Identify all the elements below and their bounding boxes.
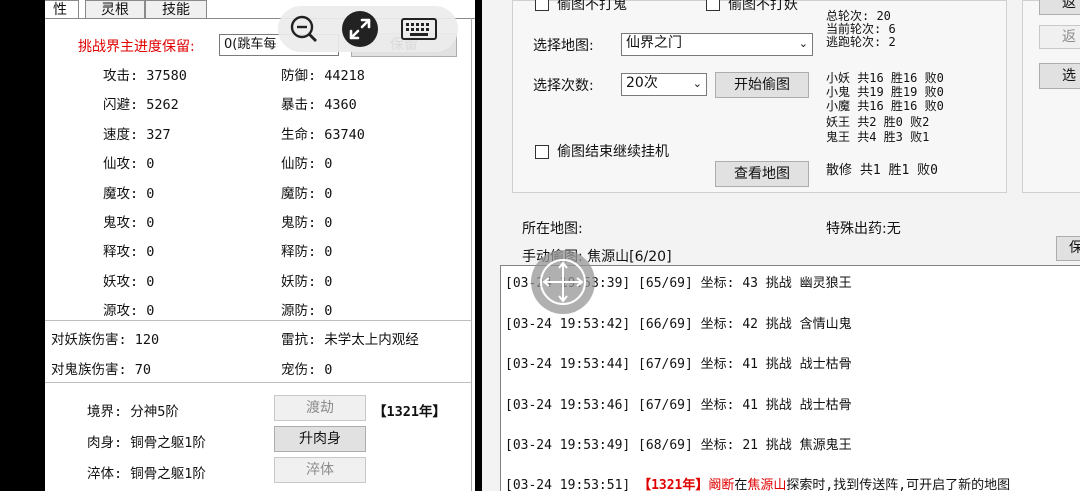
tab-skills[interactable]: 技能 xyxy=(145,0,207,19)
sanxiu-stat: 散修 共1 胜1 败0 xyxy=(826,163,938,178)
side-button[interactable]: 返 xyxy=(1039,25,1080,49)
temper-label: 淬体: 铜骨之躯1阶 xyxy=(87,466,206,482)
count-select-label: 选择次数: xyxy=(533,78,594,94)
attributes-panel: 性 灵根 技能 挑战界主进度保留: 0(跳车每 保留 攻击: 37580防御: … xyxy=(45,0,475,491)
total-rounds: 总轮次: 20 xyxy=(826,9,891,23)
panel-border xyxy=(471,18,472,491)
progress-retain-label: 挑战界主进度保留: xyxy=(78,39,195,55)
stat-value: 闪避: 5262 xyxy=(103,97,179,114)
battle-stat: 小魔 共16 胜16 败0 xyxy=(826,99,944,113)
collapse-arrows-icon[interactable] xyxy=(342,11,378,47)
side-button[interactable]: 返 xyxy=(1039,0,1080,15)
log-line: [03-24 19:53:44] [67/69] 坐标: 41 挑战 战士枯骨 xyxy=(505,357,852,372)
stat-value: 防御: 44218 xyxy=(281,68,365,84)
stat-value: 速度: 327 xyxy=(103,126,171,143)
explore-group: 偷图不打鬼 偷图不打妖 选择地图: 仙界之门 ⌄ 选择次数: 20次 ⌄ 开始偷… xyxy=(512,0,1007,193)
tab-attributes[interactable]: 性 xyxy=(45,0,79,19)
continue-idle-checkbox[interactable] xyxy=(535,145,549,159)
floating-toolbar xyxy=(278,6,458,52)
log-line: [03-24 19:53:51] 【1321年】阚断在焦源山探索时,找到传送阵,… xyxy=(505,474,1010,491)
escape-rounds: 逃跑轮次: 2 xyxy=(826,35,896,49)
stat-value: 暴击: 4360 xyxy=(281,97,357,114)
body-label: 肉身: 铜骨之躯1阶 xyxy=(87,435,206,451)
stat-value: 鬼攻: 0 xyxy=(103,215,155,231)
tab-spirit-root[interactable]: 灵根 xyxy=(85,0,145,19)
stat-value: 魔攻: 0 xyxy=(103,185,155,202)
log-line: [03-24 19:53:46] [67/69] 坐标: 41 挑战 战士枯骨 xyxy=(505,397,852,413)
realm-years: 【1321年】 xyxy=(373,404,447,420)
damage-vs-demon: 对妖族伤害: 120 xyxy=(51,332,160,348)
side-button[interactable]: 选 xyxy=(1039,63,1080,89)
stat-value: 生命: 63740 xyxy=(281,126,365,143)
explore-panel: 偷图不打鬼 偷图不打妖 选择地图: 仙界之门 ⌄ 选择次数: 20次 ⌄ 开始偷… xyxy=(482,0,1080,491)
zoom-out-icon[interactable] xyxy=(286,11,322,47)
temper-button[interactable]: 淬体 xyxy=(274,457,366,483)
stat-value: 源攻: 0 xyxy=(103,303,155,320)
map-select-value: 仙界之门 xyxy=(626,35,682,51)
save-button[interactable]: 保 xyxy=(1056,236,1080,261)
log-player-name: 阚断 xyxy=(708,478,735,491)
map-select[interactable]: 仙界之门 ⌄ xyxy=(621,33,813,56)
log-line: [03-24 19:53:49] [68/69] 坐标: 21 挑战 焦源鬼王 xyxy=(505,438,852,453)
log-year: 【1321年】 xyxy=(638,478,709,491)
log-line: [03-24 19:53:42] [66/69] 坐标: 42 挑战 含情山鬼 xyxy=(505,316,852,332)
log-text: 探索时,找到传送阵,可开启了新的地图 xyxy=(786,478,1011,491)
battle-stat: 小妖 共16 胜16 败0 xyxy=(826,71,944,85)
damage-vs-ghost: 对鬼族伤害: 70 xyxy=(51,362,152,378)
view-map-button[interactable]: 查看地图 xyxy=(715,161,809,187)
count-select-value: 20次 xyxy=(626,75,658,91)
stat-value: 释防: 0 xyxy=(281,244,333,261)
no-demon-checkbox[interactable] xyxy=(706,0,720,11)
chevron-down-icon: ⌄ xyxy=(798,37,808,50)
no-ghost-checkbox[interactable] xyxy=(535,0,549,11)
special-drop-label: 特殊出药:无 xyxy=(826,221,901,237)
log-timestamp: [03-24 19:53:51] xyxy=(505,478,639,491)
divider xyxy=(45,320,471,321)
stat-value: 源防: 0 xyxy=(281,303,333,320)
log-text: 在 xyxy=(734,478,748,491)
thunder-resist: 雷抗: 未学太上内观经 xyxy=(281,332,419,348)
realm-label: 境界: 分神5阶 xyxy=(87,404,179,420)
pet-damage: 宠伤: 0 xyxy=(281,362,333,378)
battle-stat: 小鬼 共19 胜19 败0 xyxy=(826,85,944,99)
no-ghost-label: 偷图不打鬼 xyxy=(557,0,627,13)
battle-stat: 鬼王 共4 胜3 败1 xyxy=(826,130,930,144)
stat-value: 仙防: 0 xyxy=(281,156,333,173)
stat-value: 鬼防: 0 xyxy=(281,215,333,231)
stat-value: 攻击: 37580 xyxy=(103,68,187,84)
current-round: 当前轮次: 6 xyxy=(826,22,896,36)
stat-value: 释攻: 0 xyxy=(103,244,155,261)
continue-idle-label: 偷图结束继续挂机 xyxy=(557,144,669,160)
count-select[interactable]: 20次 ⌄ xyxy=(621,73,707,96)
tribulation-button[interactable]: 渡劫 xyxy=(274,395,366,421)
drag-handle-icon[interactable] xyxy=(531,250,595,314)
keyboard-icon[interactable] xyxy=(398,11,440,47)
battle-stat: 妖王 共2 胜0 败2 xyxy=(826,115,930,129)
chevron-down-icon: ⌄ xyxy=(692,77,702,90)
stat-value: 魔防: 0 xyxy=(281,185,333,202)
upgrade-body-button[interactable]: 升肉身 xyxy=(274,426,366,452)
stat-value: 仙攻: 0 xyxy=(103,156,155,173)
start-explore-button[interactable]: 开始偷图 xyxy=(715,72,809,98)
current-map-label: 所在地图: xyxy=(522,221,583,237)
map-select-label: 选择地图: xyxy=(533,38,594,54)
no-demon-label: 偷图不打妖 xyxy=(728,0,798,13)
stat-value: 妖攻: 0 xyxy=(103,273,155,290)
side-group: 返 返 选 xyxy=(1022,0,1080,193)
log-place: 焦源山 xyxy=(747,478,787,491)
stat-value: 妖防: 0 xyxy=(281,273,333,290)
divider xyxy=(45,382,471,383)
